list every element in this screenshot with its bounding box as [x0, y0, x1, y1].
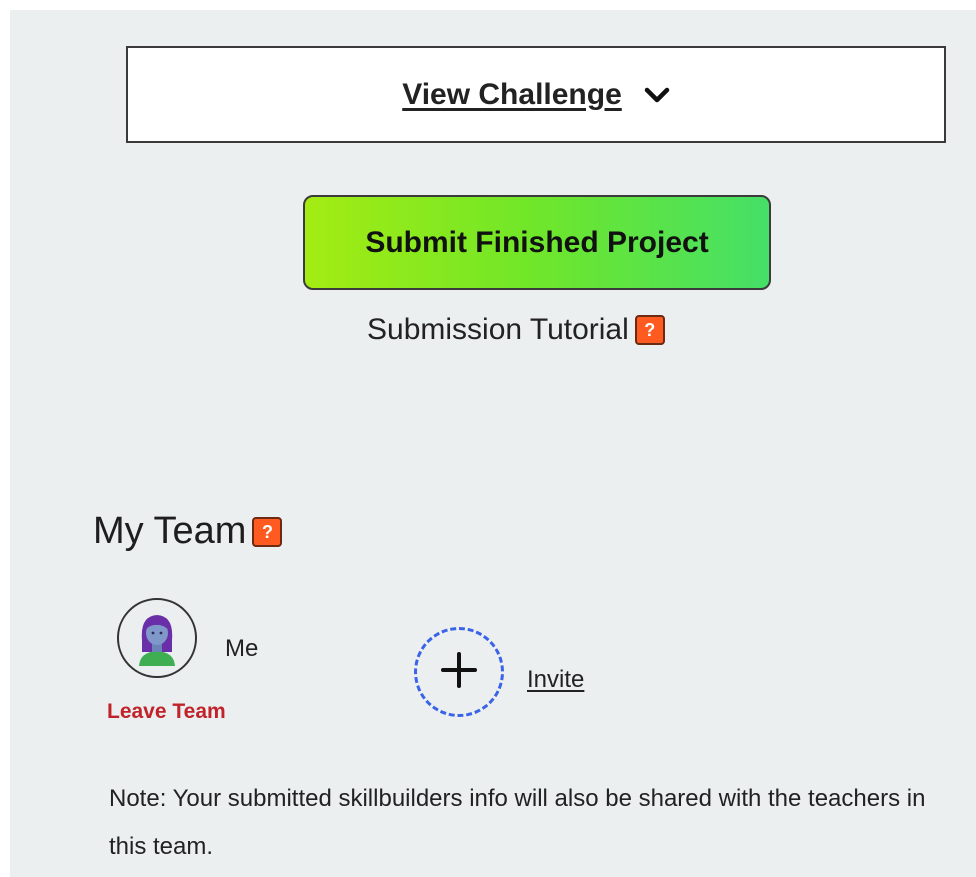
submission-tutorial-label: Submission Tutorial: [367, 313, 629, 346]
my-team-title: My Team: [93, 510, 247, 552]
team-member-name: Me: [225, 635, 259, 662]
invite-link[interactable]: Invite: [527, 666, 584, 694]
help-icon[interactable]: ?: [634, 315, 665, 345]
view-challenge-label: View Challenge: [402, 77, 622, 111]
team-panel: View Challenge Submit Finished Project S…: [10, 10, 976, 877]
submit-finished-project-button[interactable]: Submit Finished Project: [303, 195, 771, 290]
chevron-down-icon: [644, 86, 670, 104]
user-avatar-icon: [117, 598, 197, 678]
my-team-heading: My Team ?: [93, 510, 283, 553]
plus-icon: [439, 650, 479, 695]
team-help-icon[interactable]: ?: [252, 516, 283, 547]
invite-button[interactable]: [414, 627, 504, 717]
submission-tutorial: Submission Tutorial ?: [367, 313, 665, 347]
view-challenge-button[interactable]: View Challenge: [126, 46, 946, 143]
team-note: Note: Your submitted skillbuilders info …: [109, 785, 926, 860]
leave-team-link[interactable]: Leave Team: [107, 700, 226, 724]
